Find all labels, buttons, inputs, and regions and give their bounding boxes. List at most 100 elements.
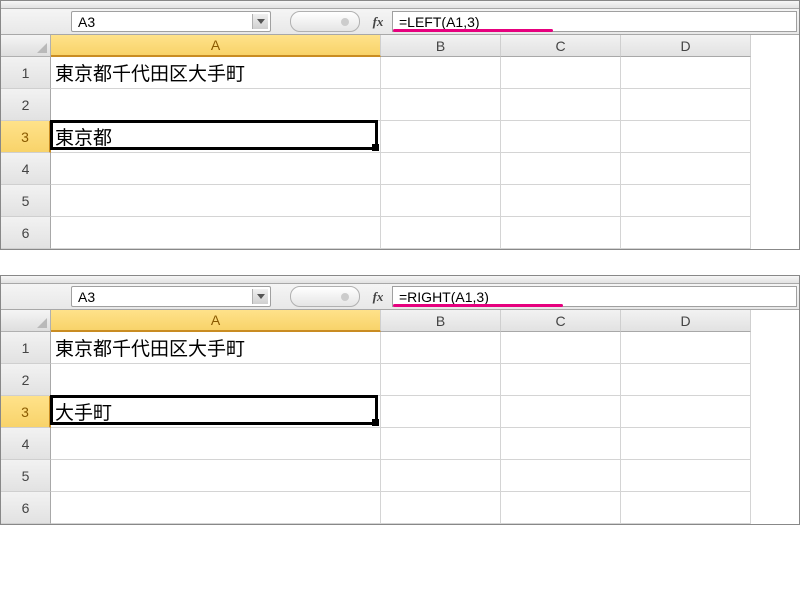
col-header-c[interactable]: C (501, 35, 621, 57)
row-header-1[interactable]: 1 (1, 57, 51, 89)
col-header-c[interactable]: C (501, 310, 621, 332)
cell-b1[interactable] (381, 332, 501, 364)
col-header-b[interactable]: B (381, 35, 501, 57)
cell-d1[interactable] (621, 57, 751, 89)
formula-toolbar-pill[interactable] (290, 11, 360, 32)
cell-d6[interactable] (621, 492, 751, 524)
select-all-corner[interactable] (1, 310, 51, 332)
name-box-dropdown-icon[interactable] (252, 289, 268, 304)
cell-a1[interactable]: 東京都千代田区大手町 (51, 57, 381, 89)
cell-d3[interactable] (621, 396, 751, 428)
row-header-gutter: 1 2 3 4 5 6 (1, 310, 51, 524)
cell-c6[interactable] (501, 492, 621, 524)
formula-underline (393, 29, 553, 32)
cell-b4[interactable] (381, 153, 501, 185)
cell-d5[interactable] (621, 185, 751, 217)
dot-icon (341, 293, 349, 301)
row-header-6[interactable]: 6 (1, 492, 51, 524)
cell-b1[interactable] (381, 57, 501, 89)
cell-d3[interactable] (621, 121, 751, 153)
table-row: 大手町 (51, 396, 799, 428)
row-header-2[interactable]: 2 (1, 89, 51, 121)
name-box-value: A3 (78, 14, 95, 30)
cell-b6[interactable] (381, 492, 501, 524)
table-row (51, 492, 799, 524)
formula-input[interactable]: =RIGHT(A1,3) (392, 286, 797, 307)
cell-a6[interactable] (51, 492, 381, 524)
formula-bar: A3 fx =LEFT(A1,3) (1, 9, 799, 35)
row-header-2[interactable]: 2 (1, 364, 51, 396)
cell-d4[interactable] (621, 428, 751, 460)
cell-d1[interactable] (621, 332, 751, 364)
fx-icon[interactable]: fx (364, 9, 392, 34)
col-header-b[interactable]: B (381, 310, 501, 332)
cell-a5[interactable] (51, 185, 381, 217)
table-row (51, 460, 799, 492)
row-header-5[interactable]: 5 (1, 460, 51, 492)
ribbon-strip (1, 1, 799, 9)
col-header-a[interactable]: A (51, 310, 381, 332)
worksheet: 1 2 3 4 5 6 A B C D 東京都千代田区大手町 (1, 310, 799, 524)
cell-c5[interactable] (501, 185, 621, 217)
table-row (51, 364, 799, 396)
cell-a3[interactable]: 大手町 (51, 396, 381, 428)
formula-input[interactable]: =LEFT(A1,3) (392, 11, 797, 32)
formula-text: =RIGHT(A1,3) (399, 289, 489, 305)
cell-c1[interactable] (501, 57, 621, 89)
name-box-dropdown-icon[interactable] (252, 14, 268, 29)
col-header-a[interactable]: A (51, 35, 381, 57)
cell-a4[interactable] (51, 428, 381, 460)
row-header-4[interactable]: 4 (1, 428, 51, 460)
name-box[interactable]: A3 (71, 286, 271, 307)
row-header-5[interactable]: 5 (1, 185, 51, 217)
cell-c4[interactable] (501, 428, 621, 460)
row-header-6[interactable]: 6 (1, 217, 51, 249)
cell-b5[interactable] (381, 460, 501, 492)
row-header-3[interactable]: 3 (1, 396, 51, 428)
row-header-3[interactable]: 3 (1, 121, 51, 153)
cell-b4[interactable] (381, 428, 501, 460)
cell-c6[interactable] (501, 217, 621, 249)
cell-d6[interactable] (621, 217, 751, 249)
col-header-d[interactable]: D (621, 310, 751, 332)
cell-b3[interactable] (381, 121, 501, 153)
cell-d2[interactable] (621, 364, 751, 396)
name-box[interactable]: A3 (71, 11, 271, 32)
cell-c2[interactable] (501, 364, 621, 396)
row-header-1[interactable]: 1 (1, 332, 51, 364)
col-header-d[interactable]: D (621, 35, 751, 57)
cell-b2[interactable] (381, 89, 501, 121)
formula-toolbar-pill[interactable] (290, 286, 360, 307)
cell-b6[interactable] (381, 217, 501, 249)
table-row (51, 428, 799, 460)
cell-a4[interactable] (51, 153, 381, 185)
cell-a6[interactable] (51, 217, 381, 249)
cell-b3[interactable] (381, 396, 501, 428)
cell-grid: A B C D 東京都千代田区大手町 東京都 (51, 35, 799, 249)
dot-icon (341, 18, 349, 26)
cell-b2[interactable] (381, 364, 501, 396)
table-row (51, 89, 799, 121)
cell-d2[interactable] (621, 89, 751, 121)
cell-c3[interactable] (501, 121, 621, 153)
cell-c2[interactable] (501, 89, 621, 121)
cell-c4[interactable] (501, 153, 621, 185)
cell-c3[interactable] (501, 396, 621, 428)
cell-d4[interactable] (621, 153, 751, 185)
cell-b5[interactable] (381, 185, 501, 217)
cell-c5[interactable] (501, 460, 621, 492)
select-all-corner[interactable] (1, 35, 51, 57)
cell-c1[interactable] (501, 332, 621, 364)
cell-a2[interactable] (51, 89, 381, 121)
table-row (51, 153, 799, 185)
fx-icon[interactable]: fx (364, 284, 392, 309)
table-row (51, 185, 799, 217)
ribbon-strip (1, 276, 799, 284)
cell-d5[interactable] (621, 460, 751, 492)
cell-a5[interactable] (51, 460, 381, 492)
cell-a1[interactable]: 東京都千代田区大手町 (51, 332, 381, 364)
row-header-4[interactable]: 4 (1, 153, 51, 185)
cell-a2[interactable] (51, 364, 381, 396)
table-row: 東京都千代田区大手町 (51, 57, 799, 89)
cell-a3[interactable]: 東京都 (51, 121, 381, 153)
